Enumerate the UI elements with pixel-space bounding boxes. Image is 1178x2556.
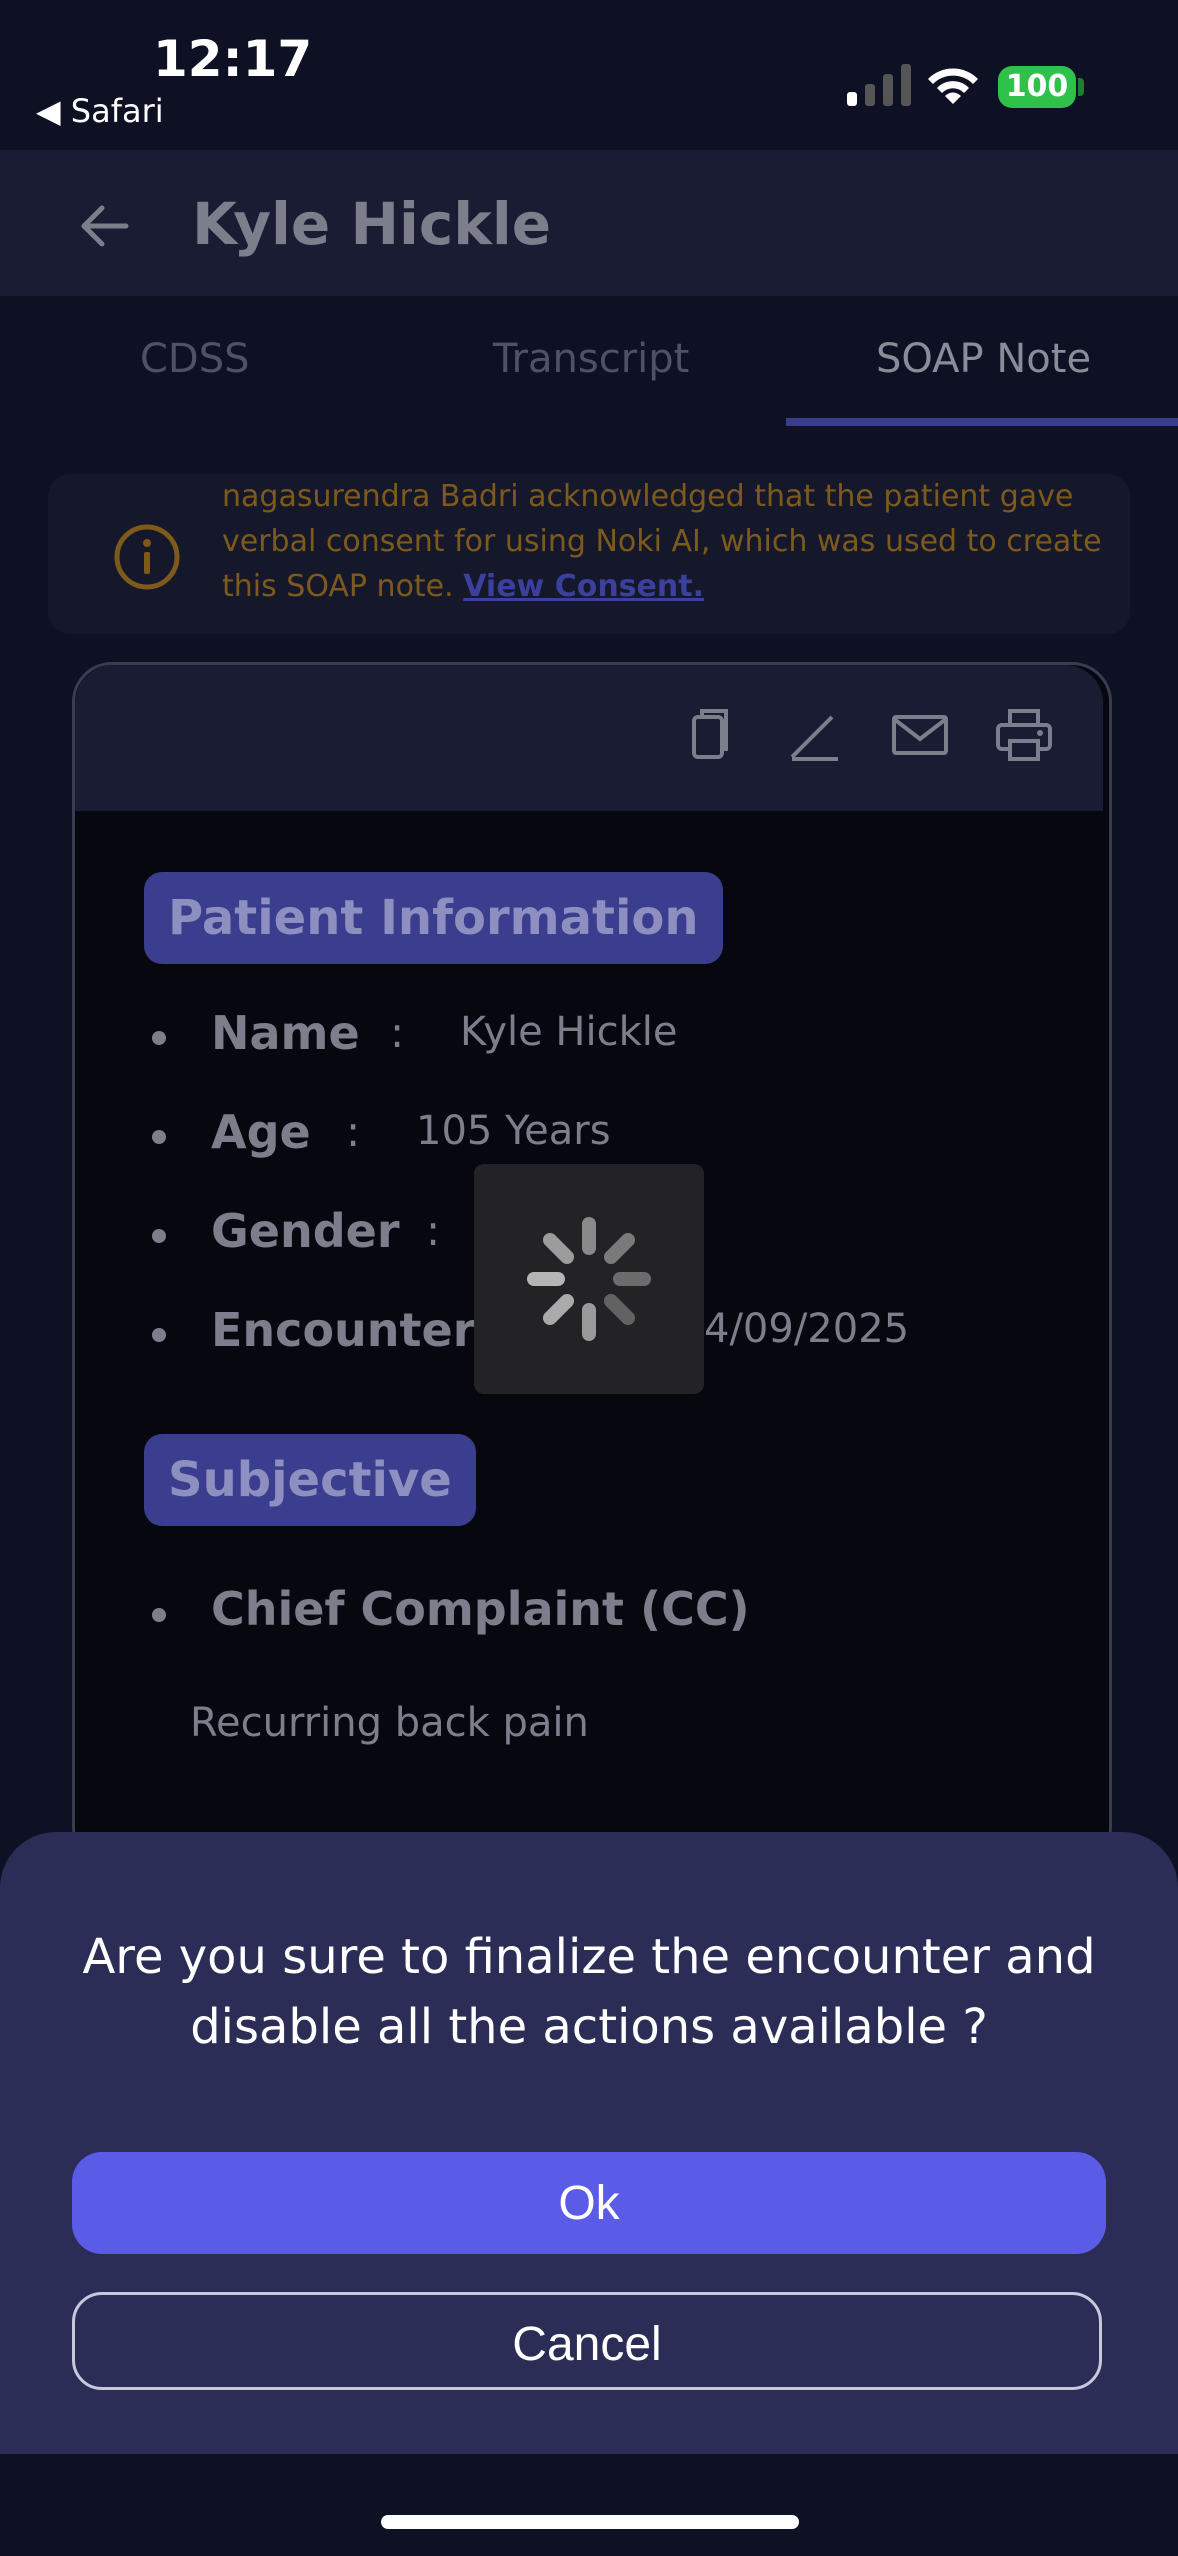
battery-nub (1078, 78, 1084, 96)
home-indicator[interactable] (381, 2515, 799, 2529)
bullet (152, 1130, 166, 1144)
email-icon[interactable] (890, 705, 950, 765)
wifi-icon (928, 68, 978, 104)
chief-complaint-label: Chief Complaint (CC) (211, 1582, 750, 1636)
encounter-date-value: 4/09/2025 (704, 1306, 910, 1352)
tab-cdss[interactable]: CDSS (140, 336, 250, 382)
print-icon[interactable] (994, 705, 1054, 765)
loading-overlay (474, 1164, 704, 1394)
confirm-message: Are you sure to finalize the encounter a… (82, 1929, 1096, 2055)
ok-button[interactable]: Ok (72, 2152, 1106, 2254)
cancel-button[interactable]: Cancel (72, 2292, 1102, 2390)
app-header (0, 150, 1178, 296)
bullet (152, 1031, 166, 1045)
battery-indicator: 100 (998, 66, 1076, 108)
age-label: Age (211, 1105, 311, 1159)
info-icon (114, 524, 180, 590)
bullet (152, 1328, 166, 1342)
name-colon: : (390, 1008, 405, 1057)
chief-complaint-value: Recurring back pain (190, 1700, 589, 1746)
bullet (152, 1229, 166, 1243)
spinner-icon (527, 1217, 651, 1341)
bottom-safe-area (0, 2454, 1178, 2556)
gender-label: Gender (211, 1204, 400, 1258)
back-to-safari[interactable]: ◀ Safari (36, 92, 164, 130)
gender-colon: : (426, 1206, 441, 1255)
status-time: 12:17 (153, 30, 313, 88)
consent-text: nagasurendra Badri acknowledged that the… (222, 474, 1102, 609)
page-title: Kyle Hickle (192, 190, 552, 258)
back-arrow-icon[interactable] (74, 196, 140, 256)
active-tab-indicator (786, 418, 1178, 426)
patient-information-heading: Patient Information (144, 872, 723, 964)
bullet (152, 1608, 166, 1622)
subjective-heading: Subjective (144, 1434, 476, 1526)
edit-icon[interactable] (784, 705, 844, 765)
tab-transcript[interactable]: Transcript (493, 336, 689, 382)
tab-soap-note[interactable]: SOAP Note (876, 336, 1091, 382)
name-value: Kyle Hickle (460, 1009, 678, 1055)
age-colon: : (346, 1107, 361, 1156)
age-value: 105 Years (416, 1108, 611, 1154)
name-label: Name (211, 1006, 360, 1060)
view-consent-link[interactable]: View Consent. (463, 569, 704, 604)
copy-icon[interactable] (680, 705, 740, 765)
